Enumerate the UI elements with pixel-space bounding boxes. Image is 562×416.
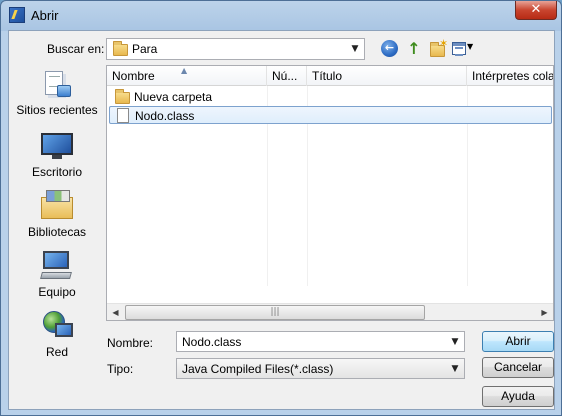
scroll-left-icon[interactable]: ◀ — [107, 304, 124, 321]
recent-places-icon — [41, 69, 73, 99]
file-name-label: Nombre: — [107, 336, 154, 350]
look-in-value: Para — [132, 42, 158, 56]
place-label: Red — [45, 345, 68, 359]
list-item[interactable]: Nueva carpeta — [109, 88, 552, 106]
place-label: Escritorio — [31, 165, 82, 179]
view-grid-icon — [452, 42, 466, 56]
open-button[interactable]: Abrir — [482, 331, 554, 352]
column-number[interactable]: Nú... — [267, 66, 307, 86]
scrollbar-thumb[interactable]: ||| — [125, 305, 425, 320]
chevron-down-icon: ▼ — [351, 44, 359, 54]
list-item[interactable]: Nodo.class — [109, 106, 552, 124]
dialog-body: Buscar en: Para ▼ ← ↑ ✶ ▼ Sitios recient… — [8, 30, 555, 410]
chevron-down-icon[interactable]: ▼ — [449, 336, 461, 348]
chevron-down-icon: ▼ — [451, 364, 459, 374]
item-name: Nodo.class — [135, 109, 195, 123]
close-button[interactable]: ✕ — [515, 1, 557, 20]
file-type-label: Tipo: — [107, 362, 134, 376]
cancel-button[interactable]: Cancelar — [482, 357, 554, 378]
chevron-down-icon: ▼ — [467, 42, 474, 51]
open-dialog-window: Abrir ✕ Buscar en: Para ▼ ← ↑ ✶ ▼ Sitios… — [0, 0, 562, 416]
sparkle-icon: ✶ — [439, 38, 449, 50]
place-libraries[interactable]: Bibliotecas — [11, 187, 103, 243]
place-label: Bibliotecas — [27, 225, 87, 239]
help-button[interactable]: Ayuda — [482, 386, 554, 407]
network-icon — [41, 311, 73, 341]
places-bar: Sitios recientes Escritorio Bibliotecas … — [11, 65, 103, 359]
folder-icon — [113, 41, 128, 56]
place-label: Sitios recientes — [16, 103, 98, 117]
place-desktop[interactable]: Escritorio — [11, 127, 103, 183]
app-icon — [9, 7, 25, 23]
libraries-icon — [41, 190, 73, 221]
column-label: Nombre — [112, 69, 155, 83]
item-name: Nueva carpeta — [134, 90, 213, 104]
look-in-label: Buscar en: — [47, 42, 105, 56]
column-artists[interactable]: Intérpretes colab — [467, 66, 553, 86]
scroll-right-icon[interactable]: ▶ — [536, 304, 553, 321]
place-label: Equipo — [38, 285, 76, 299]
place-network[interactable]: Red — [11, 307, 103, 363]
column-title[interactable]: Título — [307, 66, 467, 86]
look-in-dropdown[interactable]: Para ▼ — [106, 38, 365, 60]
sort-ascending-icon: ▲ — [181, 66, 188, 75]
folder-icon — [115, 89, 130, 104]
file-name-combo[interactable]: ▼ — [176, 331, 465, 352]
file-type-select[interactable]: Java Compiled Files(*.class) ▼ — [176, 358, 465, 379]
place-recent[interactable]: Sitios recientes — [11, 65, 103, 121]
column-name[interactable]: Nombre ▲ — [107, 66, 267, 86]
up-folder-icon[interactable]: ↑ — [404, 39, 424, 59]
window-title: Abrir — [31, 8, 59, 23]
column-header: Nombre ▲ Nú... Título Intérpretes colab — [107, 66, 553, 86]
file-icon — [117, 108, 129, 123]
file-type-value: Java Compiled Files(*.class) — [182, 362, 334, 376]
back-icon[interactable]: ← — [381, 40, 398, 57]
file-name-input[interactable] — [177, 332, 447, 351]
computer-icon — [40, 251, 73, 281]
file-list[interactable]: Nombre ▲ Nú... Título Intérpretes colab … — [106, 65, 554, 321]
place-computer[interactable]: Equipo — [11, 247, 103, 303]
views-menu-icon[interactable]: ▼ — [452, 39, 476, 59]
new-folder-icon[interactable]: ✶ — [428, 38, 449, 59]
title-bar[interactable]: Abrir ✕ — [1, 1, 561, 30]
desktop-icon — [41, 131, 73, 161]
horizontal-scrollbar[interactable]: ◀ ||| ▶ — [107, 303, 553, 320]
